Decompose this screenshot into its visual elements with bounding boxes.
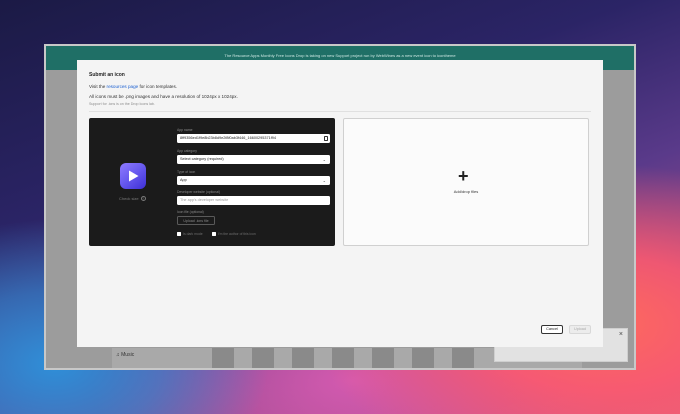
submit-icon-modal: Submit an icon Visit the resources page … bbox=[77, 60, 603, 347]
support-note: Support for .icns is on the Drop Icons l… bbox=[89, 102, 155, 106]
author-checkbox[interactable] bbox=[212, 232, 216, 236]
help-icon[interactable]: ? bbox=[140, 196, 146, 202]
play-icon bbox=[129, 170, 139, 182]
upload-icns-button[interactable]: Upload .icns file bbox=[177, 216, 215, 225]
app-icon-preview bbox=[120, 163, 146, 189]
dark-mode-checkbox-row[interactable]: Is dark mode bbox=[177, 232, 203, 236]
resources-intro: Visit the resources page for icon templa… bbox=[89, 84, 178, 89]
divider bbox=[89, 111, 591, 112]
close-icon[interactable]: × bbox=[619, 331, 623, 338]
resources-link[interactable]: resources page bbox=[107, 84, 139, 89]
upload-button[interactable]: Upload bbox=[569, 325, 591, 334]
icon-type-label: Type of icon bbox=[177, 170, 196, 174]
app-name-input[interactable]: 8ff9356ed1f9e8b23b8d9e2f8f0ab3f446_16600… bbox=[177, 134, 330, 143]
background-tile bbox=[292, 348, 314, 368]
plus-icon: + bbox=[458, 166, 469, 186]
copy-icon[interactable] bbox=[324, 136, 328, 141]
background-tile bbox=[252, 348, 274, 368]
background-tile bbox=[452, 348, 474, 368]
icon-details-panel: Check size? App name 8ff9356ed1f9e8b23b8… bbox=[89, 118, 335, 246]
chevron-down-icon: ⌄ bbox=[322, 157, 326, 162]
dark-mode-checkbox[interactable] bbox=[177, 232, 181, 236]
music-label: ♫ Music bbox=[116, 352, 135, 358]
background-tile bbox=[332, 348, 354, 368]
developer-website-label: Developer website (optional) bbox=[177, 190, 220, 194]
file-drop-zone[interactable]: + Add/drop files bbox=[343, 118, 589, 246]
app-category-select[interactable]: Select category (required) ⌄ bbox=[177, 155, 330, 164]
developer-website-input[interactable]: The app's developer website bbox=[177, 196, 330, 205]
background-tile bbox=[412, 348, 434, 368]
check-size-link[interactable]: Check size? bbox=[119, 196, 146, 202]
app-name-label: App name bbox=[177, 128, 193, 132]
modal-title: Submit an icon bbox=[89, 72, 125, 78]
chevron-down-icon: ⌄ bbox=[322, 178, 326, 183]
background-tile bbox=[212, 348, 234, 368]
cancel-button[interactable]: Cancel bbox=[541, 325, 563, 334]
app-category-label: App category bbox=[177, 149, 197, 153]
icon-type-select[interactable]: App ⌄ bbox=[177, 176, 330, 185]
background-tile bbox=[372, 348, 394, 368]
drop-zone-label: Add/drop files bbox=[453, 189, 479, 194]
requirements-text: All icons must be .png images and have a… bbox=[89, 94, 238, 99]
author-checkbox-row[interactable]: I'm the author of this icon bbox=[212, 232, 256, 236]
icon-file-label: Icon file (optional) bbox=[177, 210, 204, 214]
